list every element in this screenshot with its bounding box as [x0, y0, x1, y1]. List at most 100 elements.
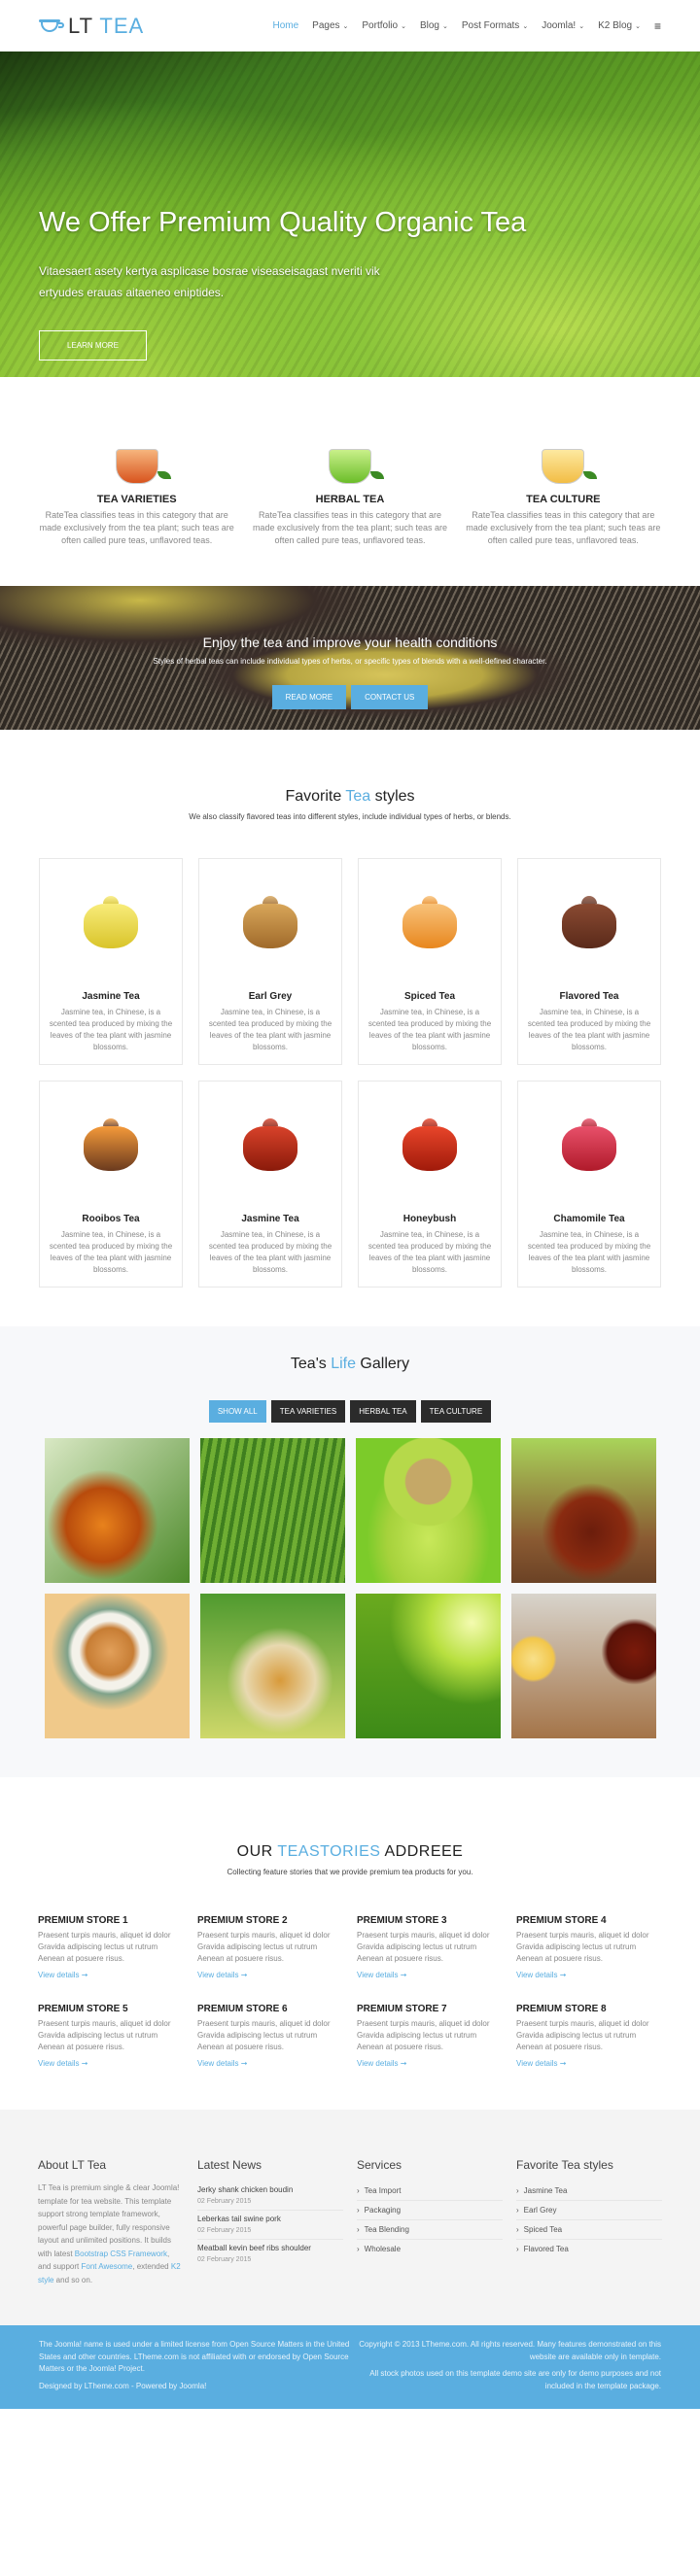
filter-tea-culture[interactable]: TEA CULTURE [420, 1400, 492, 1423]
filter-tea-varieties[interactable]: TEA VARIETIES [270, 1400, 346, 1423]
tea-style-card[interactable]: Flavored Tea Jasmine tea, in Chinese, is… [517, 858, 661, 1065]
feature-title: TEA VARIETIES [96, 494, 177, 505]
service-link[interactable]: › Tea Import [357, 2181, 503, 2201]
story-text: Praesent turpis mauris, aliquet id dolor… [516, 2019, 649, 2051]
hero-content: We Offer Premium Quality Organic Tea Vit… [39, 207, 526, 361]
tea-style-text: Jasmine tea, in Chinese, is a scented te… [49, 1230, 173, 1274]
section-title: Favorite Tea styles [285, 788, 415, 805]
tea-style-card[interactable]: Chamomile Tea Jasmine tea, in Chinese, i… [517, 1081, 661, 1288]
service-link[interactable]: › Packaging [357, 2201, 503, 2220]
style-link[interactable]: › Flavored Tea [516, 2240, 662, 2258]
story-text: Praesent turpis mauris, aliquet id dolor… [38, 2019, 171, 2051]
gallery-image-tea-field[interactable] [199, 1438, 345, 1583]
footer-widgets: About LT Tea LT Tea is premium single & … [0, 2110, 700, 2325]
story-item: PREMIUM STORE 8 Praesent turpis mauris, … [516, 2004, 662, 2071]
contact-us-button[interactable]: CONTACT US [351, 685, 429, 709]
view-details-link[interactable]: View details ➞ [197, 2059, 247, 2068]
news-link[interactable]: Meatball kevin beef ribs shoulder [197, 2244, 343, 2252]
tea-style-title: Flavored Tea [559, 991, 619, 1002]
story-item: PREMIUM STORE 1 Praesent turpis mauris, … [38, 1915, 184, 1982]
cta-title: Enjoy the tea and improve your health co… [202, 635, 498, 650]
story-title: PREMIUM STORE 6 [197, 2004, 288, 2014]
news-date: 02 February 2015 [197, 2256, 252, 2263]
view-details-link[interactable]: View details ➞ [38, 1971, 88, 1979]
copyright-text: Copyright © 2013 LTheme.com. All rights … [359, 2340, 661, 2390]
bootstrap-link[interactable]: Bootstrap CSS Framework [75, 2250, 167, 2258]
view-details-link[interactable]: View details ➞ [516, 1971, 566, 1979]
nav-pages[interactable]: Pages ⌄ [312, 20, 348, 31]
tea-style-title: Spiced Tea [403, 991, 456, 1002]
filter-show-all[interactable]: SHOW ALL [208, 1400, 266, 1423]
gallery-image-green-cup[interactable] [355, 1438, 501, 1583]
view-details-link[interactable]: View details ➞ [357, 2059, 406, 2068]
view-details-link[interactable]: View details ➞ [357, 1971, 406, 1979]
gallery-image-lemon-ginger[interactable] [510, 1594, 656, 1738]
story-item: PREMIUM STORE 2 Praesent turpis mauris, … [197, 1915, 343, 1982]
view-details-link[interactable]: View details ➞ [38, 2059, 88, 2068]
gallery-image-glass-teapot[interactable] [510, 1438, 656, 1583]
tea-style-card[interactable]: Earl Grey Jasmine tea, in Chinese, is a … [198, 858, 342, 1065]
view-details-link[interactable]: View details ➞ [516, 2059, 566, 2068]
gallery-image-glass-cup[interactable] [199, 1594, 345, 1738]
nav-blog[interactable]: Blog ⌄ [420, 20, 448, 31]
service-link[interactable]: › Wholesale [357, 2240, 503, 2258]
section-title: OUR TEASTORIES ADDREEE [236, 1843, 464, 1860]
hamburger-menu-icon[interactable]: ≡ [654, 19, 661, 33]
tea-style-card[interactable]: Jasmine Tea Jasmine tea, in Chinese, is … [198, 1081, 342, 1288]
tea-style-card[interactable]: Honeybush Jasmine tea, in Chinese, is a … [358, 1081, 502, 1288]
gallery-image-porcelain-cup[interactable] [44, 1594, 190, 1738]
about-text: LT Tea is premium single & clear Joomla!… [38, 2183, 181, 2284]
view-details-link[interactable]: View details ➞ [197, 1971, 247, 1979]
style-link[interactable]: › Spiced Tea [516, 2220, 662, 2240]
main-nav: Home Pages ⌄ Portfolio ⌄ Blog ⌄ Post Format… [272, 19, 661, 33]
arrow-right-icon: ➞ [400, 2059, 407, 2068]
tea-style-title: Earl Grey [248, 991, 293, 1002]
story-title: PREMIUM STORE 7 [357, 2004, 447, 2014]
news-link[interactable]: Jerky shank chicken boudin [197, 2185, 343, 2194]
logo[interactable]: LT TEA [39, 14, 144, 39]
section-title: Tea's Life Gallery [290, 1356, 410, 1372]
footer-services: Services › Tea Import › Packaging › Tea Ble… [357, 2158, 503, 2286]
tea-style-image [526, 1091, 652, 1206]
nav-home[interactable]: Home [272, 20, 298, 31]
nav-k2-blog[interactable]: K2 Blog ⌄ [598, 20, 641, 31]
footer-favorite-styles: Favorite Tea styles › Jasmine Tea › Earl G… [516, 2158, 662, 2286]
footer-title: About LT Tea [38, 2158, 107, 2172]
tea-style-text: Jasmine tea, in Chinese, is a scented te… [208, 1230, 332, 1274]
feature-title: HERBAL TEA [315, 494, 385, 505]
service-link[interactable]: › Tea Blending [357, 2220, 503, 2240]
learn-more-button[interactable]: LEARN MORE [39, 330, 147, 361]
gallery-image-tea-leaves[interactable] [355, 1594, 501, 1738]
style-link[interactable]: › Earl Grey [516, 2201, 662, 2220]
gallery-filters: SHOW ALL TEA VARIETIES HERBAL TEA TEA CU… [39, 1400, 661, 1423]
news-date: 02 February 2015 [197, 2227, 252, 2234]
chevron-down-icon: ⌄ [441, 22, 448, 30]
tea-style-card[interactable]: Spiced Tea Jasmine tea, in Chinese, is a… [358, 858, 502, 1065]
style-link[interactable]: › Jasmine Tea [516, 2181, 662, 2201]
nav-joomla[interactable]: Joomla! ⌄ [542, 20, 584, 31]
filter-herbal-tea[interactable]: HERBAL TEA [350, 1400, 416, 1423]
tea-style-image [367, 869, 493, 983]
story-title: PREMIUM STORE 5 [38, 2004, 128, 2014]
story-item: PREMIUM STORE 4 Praesent turpis mauris, … [516, 1915, 662, 1982]
nav-portfolio[interactable]: Portfolio ⌄ [362, 20, 406, 31]
tea-style-title: Jasmine Tea [241, 1214, 299, 1224]
news-link[interactable]: Leberkas tail swine pork [197, 2215, 343, 2223]
font-awesome-link[interactable]: Font Awesome [81, 2262, 132, 2271]
read-more-button[interactable]: READ MORE [271, 685, 347, 709]
red-tea-cup-image [39, 424, 234, 484]
tea-style-card[interactable]: Jasmine Tea Jasmine tea, in Chinese, is … [39, 858, 183, 1065]
gallery-image-pouring-tea[interactable] [44, 1438, 190, 1583]
section-subtitle: We also classify flavored teas into diff… [189, 812, 511, 821]
tea-style-title: Jasmine Tea [82, 991, 140, 1002]
footer-about: About LT Tea LT Tea is premium single & … [38, 2158, 184, 2286]
tea-style-text: Jasmine tea, in Chinese, is a scented te… [208, 1008, 332, 1051]
nav-post-formats[interactable]: Post Formats ⌄ [462, 20, 528, 31]
tea-style-card[interactable]: Rooibos Tea Jasmine tea, in Chinese, is … [39, 1081, 183, 1288]
copyright-bar: The Joomla! name is used under a limited… [0, 2325, 700, 2409]
story-text: Praesent turpis mauris, aliquet id dolor… [197, 2019, 331, 2051]
feature-title: TEA CULTURE [526, 494, 601, 505]
feature-tea-culture: TEA CULTURE RateTea classifies teas in t… [466, 424, 661, 547]
hero-title: We Offer Premium Quality Organic Tea [39, 207, 527, 238]
stories-grid: PREMIUM STORE 1 Praesent turpis mauris, … [38, 1915, 662, 2071]
